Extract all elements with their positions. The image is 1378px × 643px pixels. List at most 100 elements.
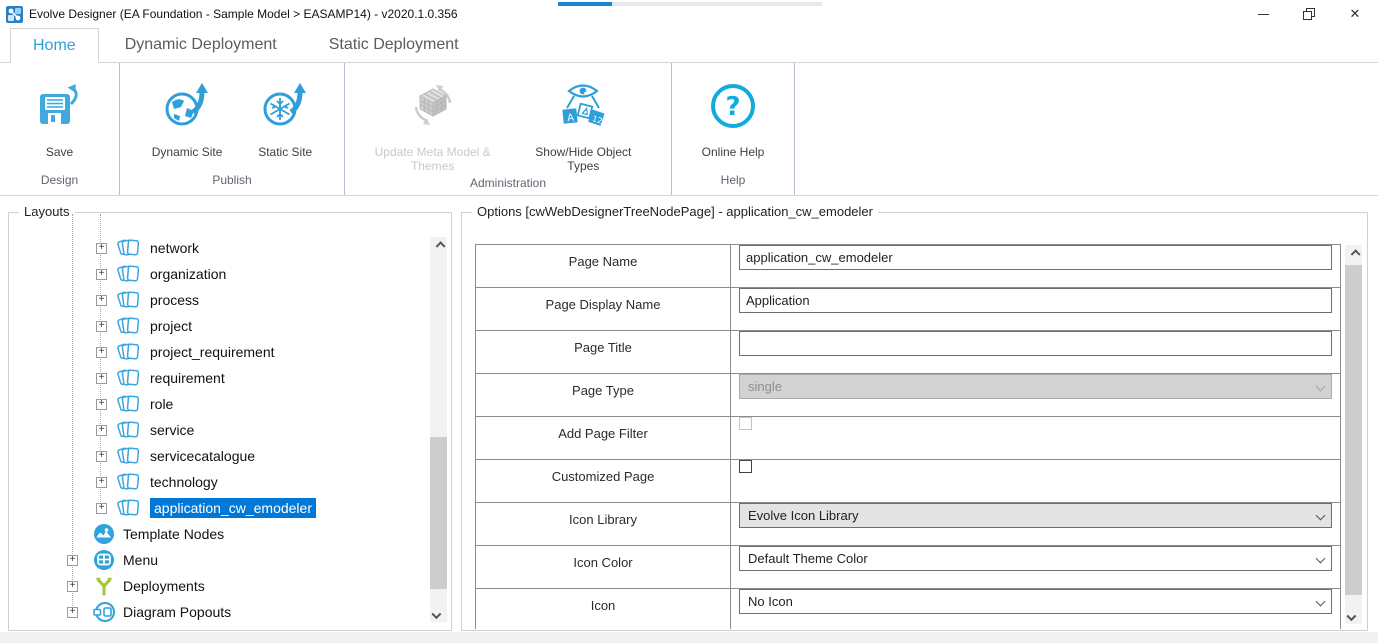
question-circle-icon: ? (708, 69, 758, 143)
expand-plus-icon[interactable]: + (96, 373, 107, 384)
tab-static-deployment[interactable]: Static Deployment (303, 28, 485, 62)
chevron-down-icon (1316, 597, 1326, 607)
ribbon-group-administration: Update Meta Model & Themes A (345, 63, 672, 195)
tree-item-label: project (150, 318, 192, 334)
expand-plus-icon[interactable]: + (67, 581, 78, 592)
pages-icon (117, 497, 143, 519)
tree-item-technology[interactable]: + technology (10, 469, 427, 495)
option-label: Page Type (476, 374, 731, 417)
pages-icon (117, 419, 143, 441)
icon-color-select[interactable]: Default Theme Color (739, 546, 1332, 571)
layouts-tree-scrollbar[interactable] (430, 237, 447, 622)
online-help-button[interactable]: ? Online Help (698, 67, 769, 161)
tree-item-service[interactable]: + service (10, 417, 427, 443)
pages-icon (117, 471, 143, 493)
tree-item-role[interactable]: + role (10, 391, 427, 417)
option-row-icon: Icon No Icon (476, 589, 1341, 630)
cube-refresh-icon (406, 69, 460, 143)
tree-item-project-requirement[interactable]: + project_requirement (10, 339, 427, 365)
tree-item-label: Menu (123, 552, 158, 568)
scrollbar-thumb[interactable] (430, 437, 447, 589)
tab-home[interactable]: Home (10, 28, 99, 63)
expand-plus-icon[interactable]: + (96, 451, 107, 462)
minimize-button[interactable] (1240, 0, 1286, 28)
page-type-value: single (748, 379, 782, 394)
pages-icon (117, 341, 143, 363)
pages-icon (117, 289, 143, 311)
expand-plus-icon[interactable]: + (96, 321, 107, 332)
dynamic-site-button[interactable]: Dynamic Site (148, 67, 227, 161)
tree-item-requirement[interactable]: + requirement (10, 365, 427, 391)
option-label: Icon Library (476, 503, 731, 546)
progress-fill (558, 2, 612, 6)
option-row-icon-color: Icon Color Default Theme Color (476, 546, 1341, 589)
page-title-input[interactable] (739, 331, 1332, 356)
app-logo-icon (6, 6, 23, 23)
options-panel-title: Options [cwWebDesignerTreeNodePage] - ap… (472, 204, 878, 219)
tree-item-network[interactable]: + network (10, 235, 427, 261)
expand-plus-icon[interactable]: + (96, 295, 107, 306)
scroll-down-icon[interactable] (430, 605, 447, 622)
expand-plus-icon[interactable]: + (96, 347, 107, 358)
save-button[interactable]: Save (32, 67, 88, 161)
ribbon-group-design: Save Design (0, 63, 120, 195)
tree-item-menu[interactable]: + Menu (10, 547, 427, 573)
option-row-page-display-name: Page Display Name (476, 288, 1341, 331)
pages-icon (117, 315, 143, 337)
options-scrollbar[interactable] (1345, 245, 1362, 624)
expand-plus-icon[interactable]: + (96, 503, 107, 514)
tree-item-application-cw-emodeler[interactable]: + application_cw_emodeler (10, 495, 427, 521)
icon-library-select[interactable]: Evolve Icon Library (739, 503, 1332, 528)
options-panel: Options [cwWebDesignerTreeNodePage] - ap… (461, 212, 1368, 631)
show-hide-object-types-button[interactable]: A 12 Show/Hide Object Types (520, 67, 646, 176)
tree-item-label: requirement (150, 370, 225, 386)
scroll-up-icon[interactable] (1345, 245, 1362, 262)
tree-item-template-nodes[interactable]: Template Nodes (10, 521, 427, 547)
expand-plus-icon[interactable]: + (67, 555, 78, 566)
expand-plus-icon[interactable]: + (96, 269, 107, 280)
tree-item-organization[interactable]: + organization (10, 261, 427, 287)
tab-dynamic-deployment[interactable]: Dynamic Deployment (99, 28, 303, 62)
close-button[interactable]: ✕ (1332, 0, 1378, 28)
customized-page-checkbox[interactable] (739, 460, 752, 473)
expand-plus-icon[interactable]: + (96, 243, 107, 254)
dynamic-site-button-label: Dynamic Site (152, 145, 223, 159)
page-display-name-input[interactable] (739, 288, 1332, 313)
icon-color-value: Default Theme Color (748, 551, 868, 566)
expand-plus-icon[interactable]: + (96, 399, 107, 410)
ribbon-tab-bar: Home Dynamic Deployment Static Deploymen… (0, 28, 1378, 62)
static-site-button[interactable]: Static Site (254, 67, 316, 161)
option-label: Icon (476, 589, 731, 630)
scroll-down-icon[interactable] (1345, 607, 1362, 624)
tab-static-deployment-label: Static Deployment (329, 36, 459, 54)
window-bottom-edge (0, 632, 1378, 643)
expand-plus-icon[interactable]: + (67, 607, 78, 618)
tree-item-servicecatalogue[interactable]: + servicecatalogue (10, 443, 427, 469)
scrollbar-thumb[interactable] (1345, 265, 1362, 595)
tree-item-deployments[interactable]: + Deployments (10, 573, 427, 599)
expand-plus-icon[interactable]: + (96, 477, 107, 488)
tree-item-label: process (150, 292, 199, 308)
save-upload-icon (36, 69, 84, 143)
tree-item-diagram-popouts[interactable]: + Diagram Popouts (10, 599, 427, 625)
expand-plus-icon[interactable]: + (96, 425, 107, 436)
tree-item-project[interactable]: + project (10, 313, 427, 339)
scroll-up-icon[interactable] (430, 237, 447, 254)
page-name-input[interactable] (739, 245, 1332, 270)
group-label-help: Help (672, 173, 794, 195)
restore-button[interactable] (1286, 0, 1332, 28)
option-row-icon-library: Icon Library Evolve Icon Library (476, 503, 1341, 546)
icon-select[interactable]: No Icon (739, 589, 1332, 614)
tree-item-label: service (150, 422, 194, 438)
minimize-icon (1258, 14, 1269, 15)
globe-upload-icon (162, 69, 212, 143)
pages-icon (117, 445, 143, 467)
close-icon: ✕ (1350, 6, 1361, 22)
update-meta-model-button-label: Update Meta Model & Themes (374, 145, 492, 174)
option-label: Page Title (476, 331, 731, 374)
tree-item-process[interactable]: + process (10, 287, 427, 313)
snowflake-upload-icon (260, 69, 310, 143)
update-meta-model-button[interactable]: Update Meta Model & Themes (370, 67, 496, 176)
tree-item-label: role (150, 396, 173, 412)
icon-library-value: Evolve Icon Library (748, 508, 859, 523)
